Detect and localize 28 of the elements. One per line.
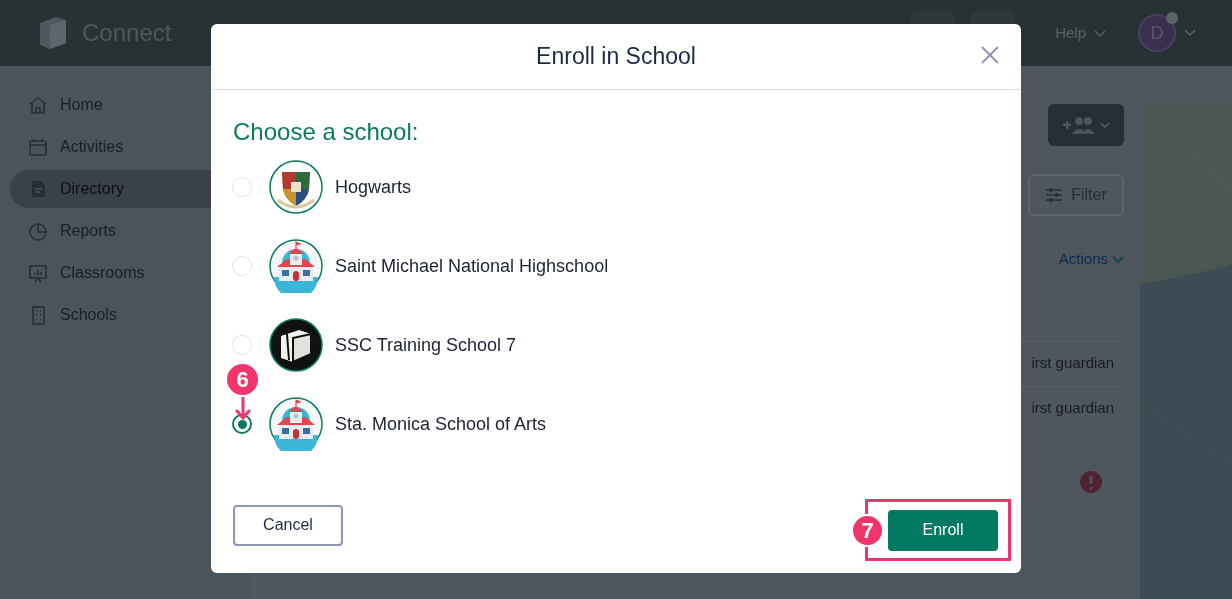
actions-dropdown[interactable]: Actions: [1058, 248, 1124, 271]
add-people-button[interactable]: [1048, 104, 1124, 146]
chevron-down-icon[interactable]: [1184, 29, 1196, 37]
add-people-icon: [1061, 115, 1111, 135]
dialog-title: Enroll in School: [536, 42, 696, 72]
chevron-down-icon: [1112, 256, 1124, 265]
table-cell-text: irst guardian: [1031, 353, 1114, 374]
school-name[interactable]: Saint Michael National Highschool: [335, 252, 609, 280]
sliders-icon: [1045, 187, 1064, 203]
enroll-button[interactable]: Enroll: [888, 509, 998, 551]
pie-chart-icon: [28, 221, 48, 241]
home-icon: [28, 95, 48, 115]
alert-icon: [1080, 470, 1102, 493]
presentation-board-icon: [28, 263, 48, 283]
book-logo-icon: [269, 318, 323, 372]
school-name[interactable]: Hogwarts: [335, 173, 412, 201]
school-name[interactable]: Sta. Monica School of Arts: [335, 410, 547, 438]
table-cell-text: irst guardian: [1031, 398, 1114, 419]
cancel-button[interactable]: Cancel: [233, 504, 343, 546]
shield-logo-icon: [269, 160, 323, 214]
chevron-down-icon: [1094, 29, 1106, 38]
radio-button[interactable]: [232, 414, 252, 434]
step-badge: 7: [851, 514, 884, 547]
close-icon[interactable]: [981, 46, 999, 64]
school-building-icon: [269, 397, 323, 451]
school-name[interactable]: SSC Training School 7: [335, 331, 517, 359]
calendar-icon: [28, 137, 48, 157]
school-building-icon: [269, 239, 323, 293]
